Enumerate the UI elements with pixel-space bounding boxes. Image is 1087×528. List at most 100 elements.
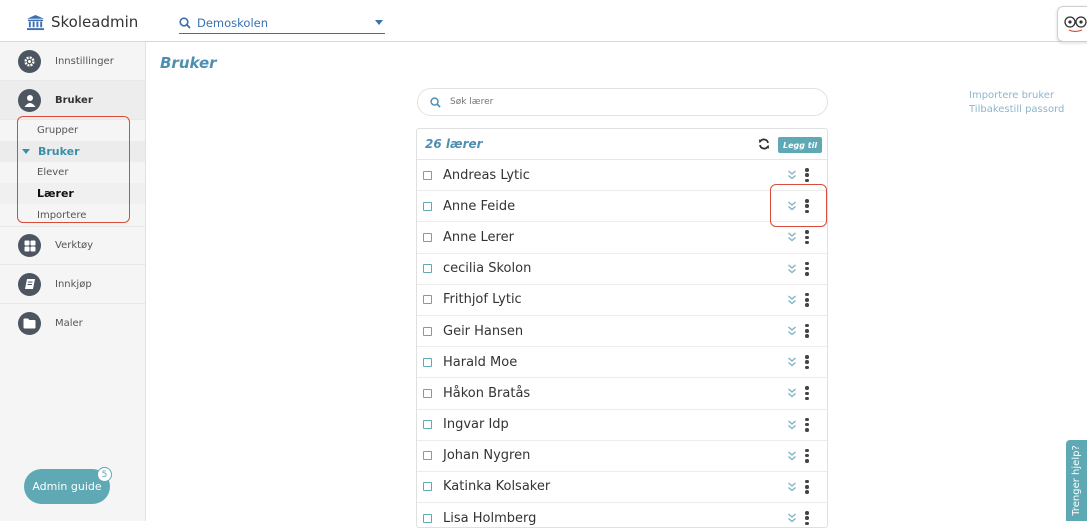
table-row[interactable]: Lisa Holmberg (417, 503, 827, 527)
table-row[interactable]: Anne Lerer (417, 222, 827, 254)
annotation-box-row-actions (770, 184, 827, 227)
table-row[interactable]: Håkon Bratås (417, 378, 827, 410)
user-name: Johan Nygren (443, 448, 531, 464)
sidebar-item-verktoy[interactable]: Verktøy (0, 226, 145, 265)
list-header: 26 lærer Legg til (417, 129, 827, 160)
user-name: Harald Moe (443, 354, 518, 370)
sidebar-item-label: Verktøy (55, 240, 94, 251)
user-name: cecilia Skolon (443, 261, 532, 277)
reset-password-link[interactable]: Tilbakestill passord (969, 103, 1064, 117)
table-row[interactable]: Ingvar Idp (417, 410, 827, 441)
row-checkbox[interactable] (423, 513, 432, 523)
face-icon (1064, 16, 1087, 33)
help-tab[interactable]: Trenger hjelp? (1066, 440, 1087, 521)
table-row[interactable]: Johan Nygren (417, 441, 827, 472)
user-rows: Andreas Lytic Anne Feide Anne Lerer cecilia… (417, 160, 827, 527)
more-options-icon[interactable] (805, 323, 809, 338)
row-checkbox[interactable] (423, 326, 432, 336)
right-links: Importere bruker Tilbakestill passord (969, 89, 1064, 117)
expand-chevron-icon[interactable] (787, 169, 797, 181)
table-row[interactable]: Harald Moe (417, 347, 827, 379)
user-name: Katinka Kolsaker (443, 479, 551, 495)
search-input[interactable] (450, 97, 750, 107)
sidebar-item-maler[interactable]: Maler (0, 304, 145, 343)
top-bar: Skoleadmin Demoskolen (0, 0, 1087, 42)
app-title: Skoleadmin (51, 13, 139, 31)
admin-guide-badge: 5 (97, 467, 112, 482)
page-title: Bruker (160, 54, 217, 72)
help-tab-label: Trenger hjelp? (1071, 445, 1083, 516)
search-icon (179, 16, 191, 29)
expand-chevron-icon[interactable] (787, 356, 797, 368)
row-checkbox[interactable] (423, 170, 432, 180)
user-name: Frithjof Lytic (443, 292, 522, 308)
user-icon (18, 88, 41, 112)
row-checkbox[interactable] (423, 420, 432, 430)
expand-chevron-icon[interactable] (787, 512, 797, 524)
row-checkbox[interactable] (423, 388, 432, 398)
annotation-box-submenu (17, 116, 130, 223)
expand-chevron-icon[interactable] (787, 263, 797, 275)
table-row[interactable]: Andreas Lytic (417, 160, 827, 192)
sidebar-item-label: Maler (55, 318, 83, 329)
user-name: Anne Feide (443, 198, 516, 214)
expand-chevron-icon[interactable] (787, 294, 797, 306)
search-icon (430, 96, 441, 108)
user-list: 26 lærer Legg til Andreas Lytic Anne Feid… (416, 128, 828, 528)
assistant-avatar[interactable] (1057, 6, 1087, 42)
table-row[interactable]: cecilia Skolon (417, 254, 827, 285)
more-options-icon[interactable] (805, 479, 809, 494)
user-count: 26 lærer (425, 137, 483, 151)
user-name: Ingvar Idp (443, 417, 509, 433)
sidebar-item-label: Innstillinger (55, 55, 114, 67)
more-options-icon[interactable] (805, 386, 809, 401)
table-row[interactable]: Katinka Kolsaker (417, 472, 827, 504)
grid-icon (18, 234, 41, 257)
expand-chevron-icon[interactable] (787, 450, 797, 462)
expand-chevron-icon[interactable] (787, 231, 797, 243)
expand-chevron-icon[interactable] (787, 387, 797, 399)
more-options-icon[interactable] (805, 261, 809, 276)
row-checkbox[interactable] (423, 264, 432, 274)
expand-chevron-icon[interactable] (787, 481, 797, 493)
more-options-icon[interactable] (805, 355, 809, 370)
caret-down-icon (375, 20, 383, 25)
more-options-icon[interactable] (805, 230, 809, 245)
more-options-icon[interactable] (805, 292, 809, 307)
school-select[interactable]: Demoskolen (179, 12, 385, 34)
row-checkbox[interactable] (423, 451, 432, 461)
user-name: Andreas Lytic (443, 167, 530, 183)
bank-icon (27, 14, 44, 30)
sidebar-item-innstillinger[interactable]: Innstillinger (0, 42, 145, 81)
row-checkbox[interactable] (423, 357, 432, 367)
table-row[interactable]: Geir Hansen (417, 316, 827, 348)
row-checkbox[interactable] (423, 295, 432, 305)
user-name: Lisa Holmberg (443, 510, 537, 526)
table-row[interactable]: Anne Feide (417, 191, 827, 223)
more-options-icon[interactable] (805, 417, 809, 432)
refresh-icon[interactable] (758, 138, 770, 150)
school-select-value: Demoskolen (197, 15, 269, 30)
row-checkbox[interactable] (423, 201, 432, 211)
folder-icon (18, 312, 41, 335)
more-options-icon[interactable] (805, 168, 809, 182)
sidebar-item-label: Bruker (55, 94, 93, 106)
sidebar-item-innkjop[interactable]: Innkjøp (0, 265, 145, 304)
sidebar-item-bruker[interactable]: Bruker (0, 81, 145, 120)
expand-chevron-icon[interactable] (787, 325, 797, 337)
book-icon (18, 272, 41, 296)
gear-icon (18, 49, 41, 73)
sidebar: Innstillinger Bruker Grupper Bruker Elev… (0, 42, 146, 521)
add-button[interactable]: Legg til (778, 137, 823, 153)
sidebar-item-label: Innkjøp (55, 278, 92, 290)
row-checkbox[interactable] (423, 482, 432, 492)
table-row[interactable]: Frithjof Lytic (417, 285, 827, 316)
search-bar[interactable] (417, 88, 828, 116)
row-checkbox[interactable] (423, 232, 432, 242)
brand[interactable]: Skoleadmin (26, 13, 138, 31)
more-options-icon[interactable] (805, 448, 809, 463)
user-name: Anne Lerer (443, 229, 514, 245)
expand-chevron-icon[interactable] (787, 419, 797, 431)
import-users-link[interactable]: Importere bruker (969, 89, 1064, 103)
more-options-icon[interactable] (805, 511, 809, 526)
